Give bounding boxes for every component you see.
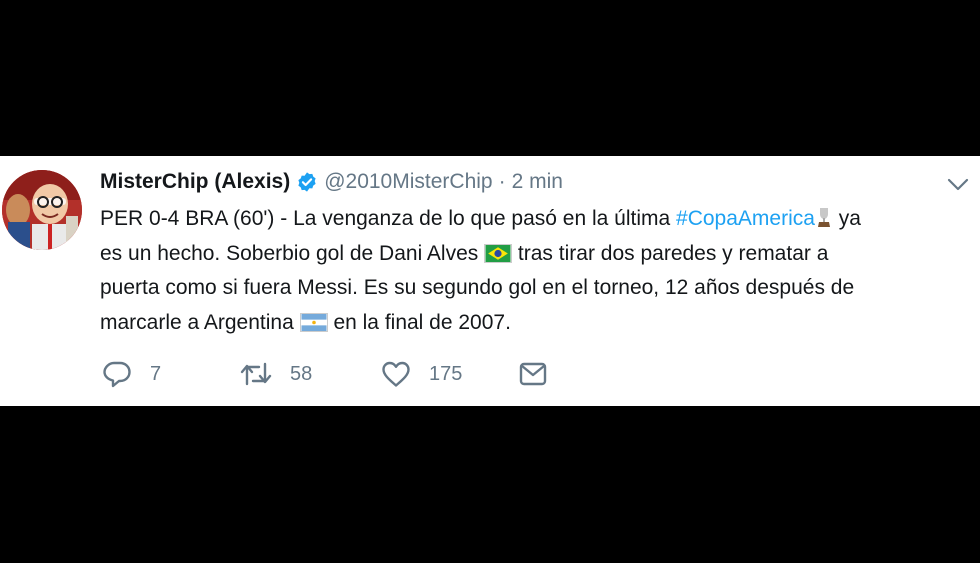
tweet-card: MisterChip (Alexis) @2010MisterChip · 2 …: [0, 156, 980, 406]
bottom-letterbox: [0, 406, 980, 563]
tweet-text-segment: PER 0-4 BRA (60') - La venganza de lo qu…: [100, 207, 677, 230]
like-count: 175: [429, 362, 463, 385]
tweet-text-segment: en la final de 2007.: [327, 310, 511, 334]
reply-button[interactable]: 7: [102, 360, 240, 388]
meta-separator: ·: [498, 170, 506, 193]
retweet-button[interactable]: 58: [240, 360, 381, 388]
tweet-line-1: PER 0-4 BRA (60') - La venganza de lo qu…: [100, 202, 970, 237]
tweet-text-segment: es un hecho. Soberbio gol de Dani Alves: [100, 241, 485, 265]
tweet-header: MisterChip (Alexis) @2010MisterChip · 2 …: [100, 168, 563, 196]
avatar[interactable]: [2, 170, 82, 250]
trophy-emoji-icon: [817, 208, 830, 227]
tweet-line-3: puerta como si fuera Messi. Es su segund…: [100, 276, 855, 299]
verified-badge-icon: [298, 172, 316, 192]
retweet-count: 58: [290, 362, 313, 385]
tweet-text-segment: tras tirar dos paredes y rematar a: [512, 241, 829, 265]
tweet-text-segment: ya: [832, 207, 861, 230]
tweet-actions: 7 58 175: [102, 358, 548, 390]
user-handle[interactable]: @2010MisterChip: [324, 170, 492, 194]
top-letterbox: [0, 0, 980, 156]
direct-message-button[interactable]: [518, 361, 548, 387]
hashtag-link[interactable]: #CopaAmerica: [676, 207, 815, 230]
like-button[interactable]: 175: [381, 360, 518, 388]
tweet-text-segment: marcarle a Argentina: [100, 310, 300, 334]
argentina-flag-icon: [299, 312, 328, 332]
like-icon: [382, 361, 410, 387]
retweet-icon: [240, 362, 272, 386]
tweet-line-2: es un hecho. Soberbio gol de Dani Alves …: [100, 237, 970, 272]
reply-count: 7: [150, 362, 162, 385]
tweet-line-4: marcarle a Argentina en la final de 2007…: [100, 306, 970, 341]
reply-icon: [103, 361, 131, 388]
direct-message-icon: [519, 362, 547, 386]
timestamp[interactable]: 2 min: [512, 170, 563, 194]
avatar-illustration: [2, 170, 82, 250]
brazil-flag-icon: [484, 243, 513, 263]
tweet-text: PER 0-4 BRA (60') - La venganza de lo qu…: [100, 202, 970, 340]
display-name[interactable]: MisterChip (Alexis): [100, 170, 290, 194]
chevron-down-icon[interactable]: [946, 174, 970, 194]
